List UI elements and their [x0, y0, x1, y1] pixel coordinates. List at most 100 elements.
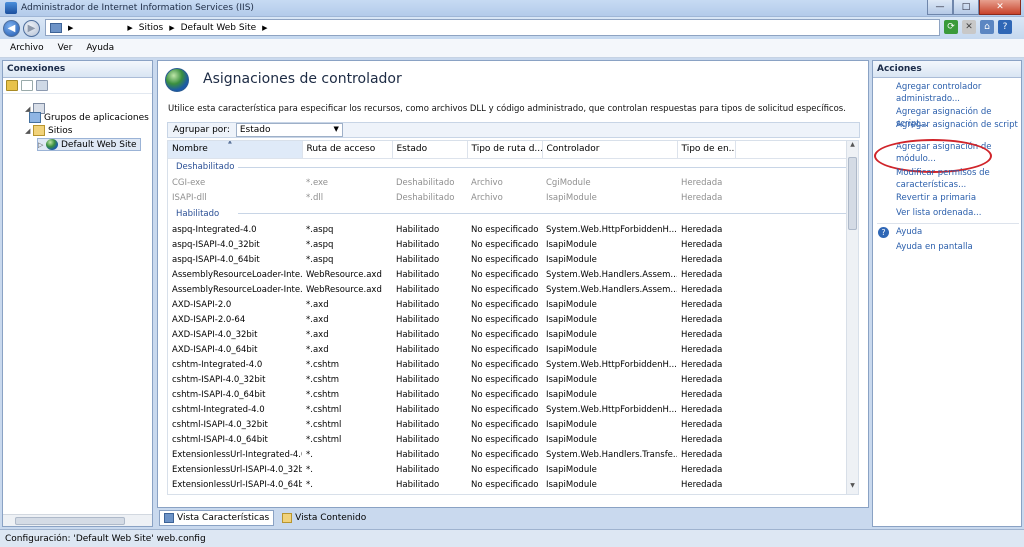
table-cell-filler: [735, 432, 848, 447]
table-cell: cshtml-ISAPI-4.0_32bit: [172, 419, 268, 430]
table-row[interactable]: ExtensionlessUrl-Integrated-4.0 *. Habilit…: [168, 447, 848, 462]
menu-ver[interactable]: Ver: [58, 43, 73, 53]
connect-icon[interactable]: [6, 80, 18, 91]
table-cell: IsapiModule: [546, 434, 597, 445]
table-cell: ExtensionlessUrl-Integrated-4.0: [172, 449, 302, 460]
scrollbar-thumb[interactable]: [15, 517, 125, 525]
table-cell: WebResource.axd: [306, 284, 382, 295]
scroll-down-icon[interactable]: ▼: [847, 482, 858, 494]
home-icon[interactable]: ⌂: [980, 20, 994, 34]
breadcrumb-arrow-icon[interactable]: ▶: [262, 24, 267, 32]
table-cell-filler: [735, 222, 848, 237]
column-header[interactable]: Tipo de en...: [677, 141, 736, 159]
table-cell: *.axd: [306, 344, 329, 355]
maximize-button[interactable]: □: [953, 0, 979, 15]
column-header[interactable]: Tipo de ruta d...: [467, 141, 543, 159]
table-cell: Heredada: [681, 314, 723, 325]
scrollbar-thumb[interactable]: [848, 157, 857, 230]
column-header[interactable]: Nombre: [168, 141, 303, 159]
table-cell-filler: [735, 402, 848, 417]
tree-node-default-web-site[interactable]: ▷ Default Web Site: [37, 138, 141, 151]
tree-label-sitios: Sitios: [48, 125, 73, 136]
table-cell: IsapiModule: [546, 479, 597, 490]
group-header-row[interactable]: Deshabilitado: [168, 158, 848, 175]
breadcrumb-default-web-site[interactable]: Default Web Site: [181, 23, 257, 33]
stop-icon[interactable]: ✕: [962, 20, 976, 34]
group-by-value: Estado: [239, 125, 271, 135]
table-row[interactable]: ExtensionlessUrl-ISAPI-4.0_32bit *. Habili…: [168, 462, 848, 477]
back-button[interactable]: ◀: [3, 19, 20, 37]
column-header[interactable]: Ruta de acceso: [302, 141, 393, 159]
action-view-ordered-list[interactable]: Ver lista ordenada...: [896, 208, 1018, 220]
table-cell: No especificado: [471, 329, 539, 340]
table-cell: *.aspq: [306, 254, 334, 265]
server-node-icon: [50, 22, 62, 33]
expand-icon[interactable]: ◢: [25, 127, 33, 135]
table-row[interactable]: aspq-Integrated-4.0 *.aspq Habilitado No es…: [168, 222, 848, 237]
help-icon: ?: [878, 227, 889, 238]
window-title: Administrador de Internet Information Se…: [21, 3, 254, 13]
table-row[interactable]: AssemblyResourceLoader-Inte... WebResourc…: [168, 282, 848, 297]
window-controls: — □ ✕: [927, 0, 1021, 15]
action-add-wildcard-script-map[interactable]: Agregar asignación de script comodín...: [896, 120, 1018, 132]
table-cell: No especificado: [471, 314, 539, 325]
column-header[interactable]: Estado: [392, 141, 468, 159]
table-row[interactable]: cshtml-ISAPI-4.0_32bit *.cshtml Habilitado…: [168, 417, 848, 432]
table-cell: Heredada: [681, 177, 723, 188]
scroll-up-icon[interactable]: ▲: [847, 141, 858, 153]
table-row[interactable]: AXD-ISAPI-4.0_64bit *.axd Habilitado No esp…: [168, 342, 848, 357]
horizontal-scrollbar[interactable]: [3, 514, 152, 526]
action-online-help[interactable]: Ayuda en pantalla: [896, 242, 1018, 254]
forward-button[interactable]: ▶: [23, 19, 40, 37]
table-row[interactable]: aspq-ISAPI-4.0_64bit *.aspq Habilitado No e…: [168, 252, 848, 267]
help-icon[interactable]: ?: [998, 20, 1012, 34]
table-cell: *.: [306, 479, 313, 490]
table-cell-filler: [735, 175, 848, 190]
breadcrumb-arrow-icon[interactable]: ▶: [127, 24, 132, 32]
table-row[interactable]: cshtml-Integrated-4.0 *.cshtml Habilitado N…: [168, 402, 848, 417]
table-row[interactable]: CGI-exe *.exe Deshabilitado Archivo CgiModul…: [168, 175, 848, 190]
action-edit-feature-permissions[interactable]: Modificar permisos de características...: [896, 168, 1018, 191]
save-icon[interactable]: [21, 80, 33, 91]
table-row[interactable]: AXD-ISAPI-2.0-64 *.axd Habilitado No especi…: [168, 312, 848, 327]
menu-ayuda[interactable]: Ayuda: [86, 43, 114, 53]
breadcrumb-arrow-icon[interactable]: ▶: [68, 24, 73, 32]
table-row[interactable]: AXD-ISAPI-2.0 *.axd Habilitado No especific…: [168, 297, 848, 312]
table-row[interactable]: AssemblyResourceLoader-Inte... WebResourc…: [168, 267, 848, 282]
table-row[interactable]: aspq-ISAPI-4.0_32bit *.aspq Habilitado No e…: [168, 237, 848, 252]
table-row[interactable]: ExtensionlessUrl-ISAPI-4.0_64bit *. Habili…: [168, 477, 848, 492]
table-cell: No especificado: [471, 434, 539, 445]
table-cell: Heredada: [681, 192, 723, 203]
action-revert-to-parent[interactable]: Revertir a primaria: [896, 193, 1018, 205]
table-row[interactable]: cshtm-ISAPI-4.0_32bit *.cshtm Habilitado No…: [168, 372, 848, 387]
table-body: Deshabilitado CGI-exe *.exe Deshabilitado Ar…: [168, 158, 848, 492]
table-cell: *.cshtm: [306, 359, 340, 370]
table-row[interactable]: ISAPI-dll *.dll Deshabilitado Archivo IsapiM…: [168, 190, 848, 205]
table-cell: *.aspq: [306, 239, 334, 250]
vertical-scrollbar[interactable]: ▲ ▼: [846, 141, 858, 494]
table-row[interactable]: cshtm-ISAPI-4.0_64bit *.cshtm Habilitado No…: [168, 387, 848, 402]
action-add-managed-handler[interactable]: Agregar controlador administrado...: [896, 82, 1018, 105]
action-help[interactable]: Ayuda: [896, 227, 1018, 239]
table-cell: aspq-Integrated-4.0: [172, 224, 257, 235]
refresh-icon[interactable]: ⟳: [944, 20, 958, 34]
group-by-select[interactable]: Estado ▼: [235, 123, 343, 137]
tab-features-view[interactable]: Vista Características: [159, 509, 275, 526]
menu-archivo[interactable]: Archivo: [10, 43, 44, 53]
tab-content-view[interactable]: Vista Contenido: [278, 510, 370, 526]
table-row[interactable]: cshtml-ISAPI-4.0_64bit *.cshtml Habilitado…: [168, 432, 848, 447]
table-row[interactable]: cshtm-Integrated-4.0 *.cshtm Habilitado No …: [168, 357, 848, 372]
up-icon[interactable]: [36, 80, 48, 91]
table-row[interactable]: AXD-ISAPI-4.0_32bit *.axd Habilitado No esp…: [168, 327, 848, 342]
column-header[interactable]: Controlador: [542, 141, 678, 159]
collapse-icon[interactable]: ▷: [38, 141, 46, 149]
breadcrumb-arrow-icon[interactable]: ▶: [169, 24, 174, 32]
tree-node-sitios[interactable]: ◢ Sitios: [25, 125, 72, 136]
main-pane: Asignaciones de controlador Utilice esta…: [157, 60, 869, 508]
group-header-row[interactable]: Habilitado: [168, 205, 848, 222]
breadcrumb[interactable]: ▶ ▶ Sitios ▶ Default Web Site ▶: [45, 19, 940, 36]
close-button[interactable]: ✕: [979, 0, 1021, 15]
minimize-button[interactable]: —: [927, 0, 953, 15]
tree-node-app-pools[interactable]: Grupos de aplicaciones: [29, 112, 149, 123]
breadcrumb-sitios[interactable]: Sitios: [139, 23, 163, 33]
